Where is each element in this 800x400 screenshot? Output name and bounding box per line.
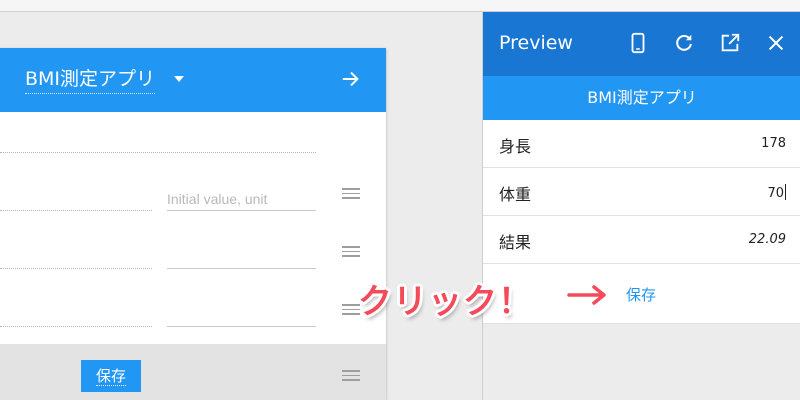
click-annotation: クリック！ [358, 282, 533, 322]
initial-value-underline [167, 210, 316, 211]
field-label-input[interactable] [0, 268, 152, 269]
result-label: 結果 [499, 233, 532, 252]
form-editor-card: BMI測定アプリ Initial value, unit 保存 [0, 48, 386, 400]
height-input[interactable]: 178 [761, 136, 786, 151]
list-item[interactable]: 体重 70 [483, 168, 800, 216]
result-value: 22.09 [748, 232, 786, 247]
close-icon[interactable] [765, 32, 787, 54]
drag-handle-icon[interactable] [342, 246, 360, 260]
preview-app-title: BMI測定アプリ [483, 76, 800, 120]
drag-handle-icon[interactable] [342, 188, 360, 202]
preview-toolbar: Preview [483, 12, 800, 76]
drag-handle-icon[interactable] [342, 370, 360, 384]
field-label-input[interactable] [0, 326, 152, 327]
editor-fields: Initial value, unit [0, 112, 386, 344]
editor-header: BMI測定アプリ [0, 48, 386, 112]
weight-value: 70 [767, 186, 784, 201]
window-top-strip [0, 0, 800, 12]
field-divider [0, 152, 316, 153]
height-label: 身長 [499, 137, 532, 156]
text-cursor [785, 184, 786, 200]
field-label-input[interactable] [0, 210, 152, 211]
list-item[interactable]: 身長 178 [483, 120, 800, 168]
preview-panel: Preview BMI測定アプリ 身長 178 体重 70 結果 22.09 保… [482, 12, 800, 400]
editor-footer: 保存 [0, 344, 386, 400]
preview-save-button[interactable]: 保存 [626, 284, 656, 305]
open-external-icon[interactable] [719, 32, 741, 54]
arrow-right-icon[interactable] [340, 68, 362, 90]
dropdown-arrow-icon[interactable] [173, 73, 185, 85]
refresh-icon[interactable] [673, 32, 695, 54]
editor-save-label: 保存 [95, 367, 126, 386]
initial-value-input[interactable] [167, 268, 316, 269]
arrow-right-icon [566, 283, 608, 307]
initial-value-input[interactable] [167, 326, 316, 327]
editor-app-title[interactable]: BMI測定アプリ [25, 67, 156, 94]
weight-label: 体重 [499, 185, 532, 204]
initial-value-input[interactable]: Initial value, unit [167, 191, 267, 207]
list-item: 結果 22.09 [483, 216, 800, 264]
weight-input[interactable]: 70 [767, 184, 786, 201]
editor-save-button[interactable]: 保存 [81, 360, 141, 392]
phone-icon[interactable] [627, 32, 649, 54]
preview-title: Preview [499, 32, 573, 54]
